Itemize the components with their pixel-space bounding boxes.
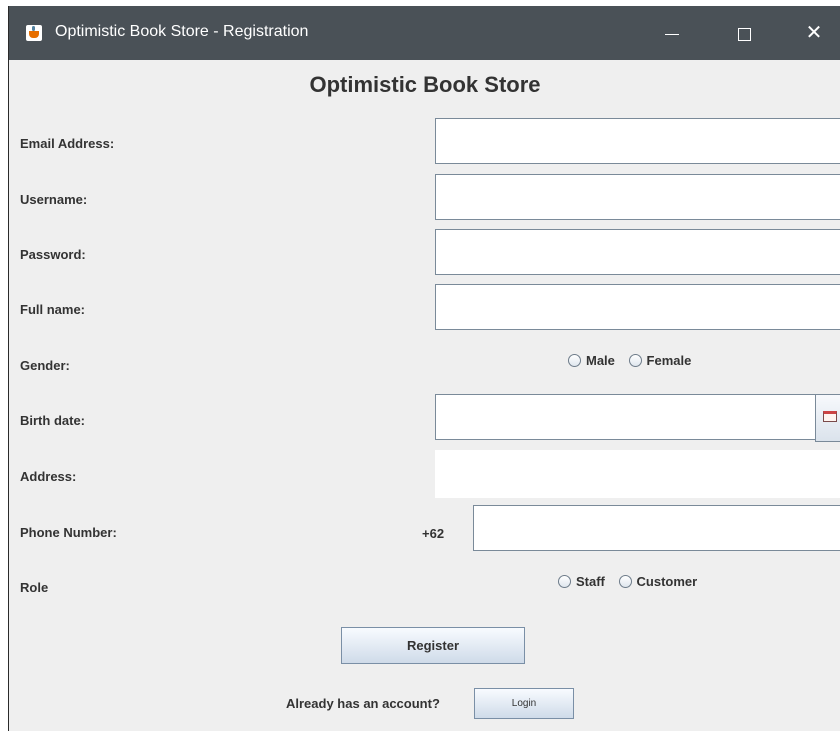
- staff-radio[interactable]: [558, 575, 571, 588]
- close-button[interactable]: ✕: [791, 6, 837, 60]
- staff-label: Staff: [576, 574, 605, 589]
- address-label: Address:: [20, 469, 77, 484]
- login-button[interactable]: Login: [474, 688, 574, 719]
- already-account-text: Already has an account?: [286, 696, 440, 711]
- email-label: Email Address:: [20, 136, 115, 151]
- customer-radio[interactable]: [618, 575, 632, 588]
- male-radio[interactable]: [568, 354, 581, 367]
- username-field[interactable]: [435, 174, 840, 220]
- username-label: Username:: [20, 192, 88, 207]
- role-staff-option[interactable]: Staff: [558, 574, 605, 589]
- maximize-button[interactable]: [721, 6, 767, 60]
- java-cup-icon: [26, 25, 42, 41]
- gender-female-option[interactable]: Female: [628, 353, 692, 368]
- close-icon: ✕: [805, 22, 823, 44]
- password-label: Password:: [20, 247, 86, 262]
- customer-label: Customer: [636, 574, 698, 589]
- page-title: Optimistic Book Store: [309, 72, 541, 97]
- date-picker-button[interactable]: [815, 394, 840, 442]
- registration-window: Optimistic Book Store - Registration ✕ O…: [8, 6, 840, 731]
- email-field[interactable]: [435, 118, 840, 164]
- title-bar[interactable]: Optimistic Book Store - Registration ✕: [9, 6, 840, 60]
- gender-radio-group: Male Female: [568, 353, 701, 368]
- female-label: Female: [646, 353, 692, 368]
- phone-prefix: +62: [422, 526, 445, 541]
- maximize-icon: [737, 27, 751, 41]
- role-radio-group: Staff Customer: [558, 574, 707, 589]
- phone-label: Phone Number:: [20, 525, 117, 540]
- minimize-icon: [665, 33, 679, 35]
- birthdate-field[interactable]: [435, 394, 816, 440]
- fullname-label: Full name:: [20, 302, 86, 317]
- address-field[interactable]: [435, 450, 840, 498]
- female-radio[interactable]: [628, 354, 642, 367]
- phone-field[interactable]: [473, 505, 840, 551]
- role-label: Role: [20, 580, 49, 595]
- male-label: Male: [586, 353, 615, 368]
- register-button[interactable]: Register: [341, 627, 525, 664]
- window-title: Optimistic Book Store - Registration: [55, 23, 309, 40]
- fullname-field[interactable]: [435, 284, 840, 330]
- password-field[interactable]: [435, 229, 840, 275]
- java-cup: [29, 31, 39, 38]
- minimize-button[interactable]: [649, 6, 695, 60]
- role-customer-option[interactable]: Customer: [618, 574, 698, 589]
- gender-label: Gender:: [20, 358, 70, 373]
- calendar-icon: [823, 411, 837, 422]
- gender-male-option[interactable]: Male: [568, 353, 615, 368]
- birthdate-label: Birth date:: [20, 413, 85, 428]
